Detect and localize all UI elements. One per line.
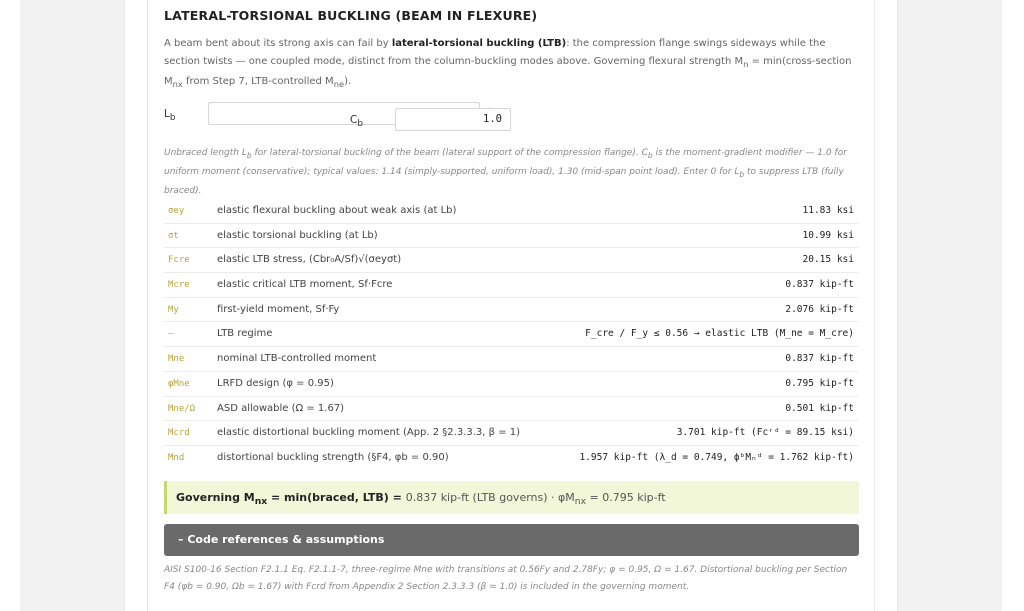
result-value: 0.795 kip-ft bbox=[785, 377, 854, 389]
lb-label: Lb bbox=[164, 108, 176, 124]
result-symbol: Mne bbox=[168, 354, 185, 365]
result-label: LTB regime bbox=[217, 328, 273, 340]
result-label: elastic torsional buckling (at Lb) bbox=[217, 229, 378, 241]
result-value: 1.957 kip-ft (λ_d = 0.749, ϕᵇMₙᵈ = 1.762… bbox=[579, 451, 854, 463]
result-symbol: φMne bbox=[168, 378, 190, 389]
cb-input[interactable]: 1.0 bbox=[395, 108, 511, 131]
result-symbol: Mcrd bbox=[168, 428, 190, 439]
result-label: nominal LTB-controlled moment bbox=[217, 353, 377, 365]
result-row: – LTB regime F_cre / F_y ≤ 0.56 → elastic … bbox=[164, 322, 859, 348]
result-row: σt elastic torsional buckling (at Lb) 10.9… bbox=[164, 224, 859, 249]
result-symbol: Fcre bbox=[168, 255, 190, 266]
result-value: 0.501 kip-ft bbox=[785, 402, 854, 414]
result-symbol: σey bbox=[168, 206, 185, 216]
result-value: F_cre / F_y ≤ 0.56 → elastic LTB (M_ne =… bbox=[585, 328, 854, 340]
result-symbol: Mnd bbox=[168, 452, 185, 463]
section-title: LATERAL-TORSIONAL BUCKLING (BEAM IN FLEX… bbox=[164, 8, 538, 23]
result-value: 11.83 ksi bbox=[802, 205, 854, 216]
section-description: A beam bent about its strong axis can fa… bbox=[164, 38, 852, 89]
result-value: 10.99 ksi bbox=[802, 229, 854, 241]
result-value: 3.701 kip-ft (Fcʳᵈ = 89.15 ksi) bbox=[676, 427, 854, 439]
result-row: Mnd distortional buckling strength (§F4, … bbox=[164, 446, 859, 471]
result-value: 0.837 kip-ft bbox=[785, 279, 854, 291]
result-value: 20.15 ksi bbox=[802, 254, 854, 266]
result-symbol: My bbox=[168, 304, 179, 315]
result-symbol: Mcre bbox=[168, 280, 190, 291]
result-value: 2.076 kip-ft bbox=[785, 303, 854, 315]
result-label: elastic flexural buckling about weak axi… bbox=[217, 205, 457, 216]
result-symbol: Mne/Ω bbox=[168, 403, 196, 414]
result-label: first-yield moment, Sf·Fy bbox=[217, 303, 340, 315]
cb-label: Cb bbox=[350, 114, 363, 130]
input-hint: Unbraced length Lb for lateral-torsional… bbox=[164, 148, 847, 196]
results-table: σey elastic flexural buckling about weak … bbox=[164, 199, 859, 471]
result-label: elastic LTB stress, (Cbr₀A/Sf)√(σeyσt) bbox=[217, 254, 402, 266]
result-row: Mcrd elastic distortional buckling moment… bbox=[164, 421, 859, 446]
code-references-note: AISI S100-16 Section F2.1.1 Eq. F2.1.1-7… bbox=[164, 565, 848, 592]
result-value: 0.837 kip-ft bbox=[785, 353, 854, 365]
result-row: φMne LRFD design (φ = 0.95) 0.795 kip-ft bbox=[164, 372, 859, 397]
result-label: ASD allowable (Ω = 1.67) bbox=[217, 402, 345, 414]
result-label: distortional buckling strength (§F4, φb … bbox=[217, 451, 449, 463]
result-row: Fcre elastic LTB stress, (Cbr₀A/Sf)√(σeyσ… bbox=[164, 248, 859, 274]
result-label: LRFD design (φ = 0.95) bbox=[217, 377, 334, 389]
result-symbol: σt bbox=[168, 230, 179, 241]
result-row: My first-yield moment, Sf·Fy 2.076 kip-ft bbox=[164, 298, 859, 323]
page-gutter-right bbox=[1002, 0, 1024, 611]
result-label: elastic distortional buckling moment (Ap… bbox=[217, 427, 521, 439]
governing-result: Governing Mnx = min(braced, LTB) = 0.837… bbox=[164, 481, 859, 514]
result-symbol: – bbox=[168, 329, 174, 340]
result-row: Mcre elastic critical LTB moment, Sf·Fcre… bbox=[164, 273, 859, 298]
result-row: σey elastic flexural buckling about weak … bbox=[164, 199, 859, 224]
result-row: Mne/Ω ASD allowable (Ω = 1.67) 0.501 kip-f… bbox=[164, 397, 859, 422]
result-label: elastic critical LTB moment, Sf·Fcre bbox=[217, 279, 393, 291]
page-gutter-left bbox=[0, 0, 20, 611]
code-references-toggle[interactable]: – Code references & assumptions bbox=[164, 524, 859, 556]
result-row: Mne nominal LTB-controlled moment 0.837 ki… bbox=[164, 347, 859, 372]
